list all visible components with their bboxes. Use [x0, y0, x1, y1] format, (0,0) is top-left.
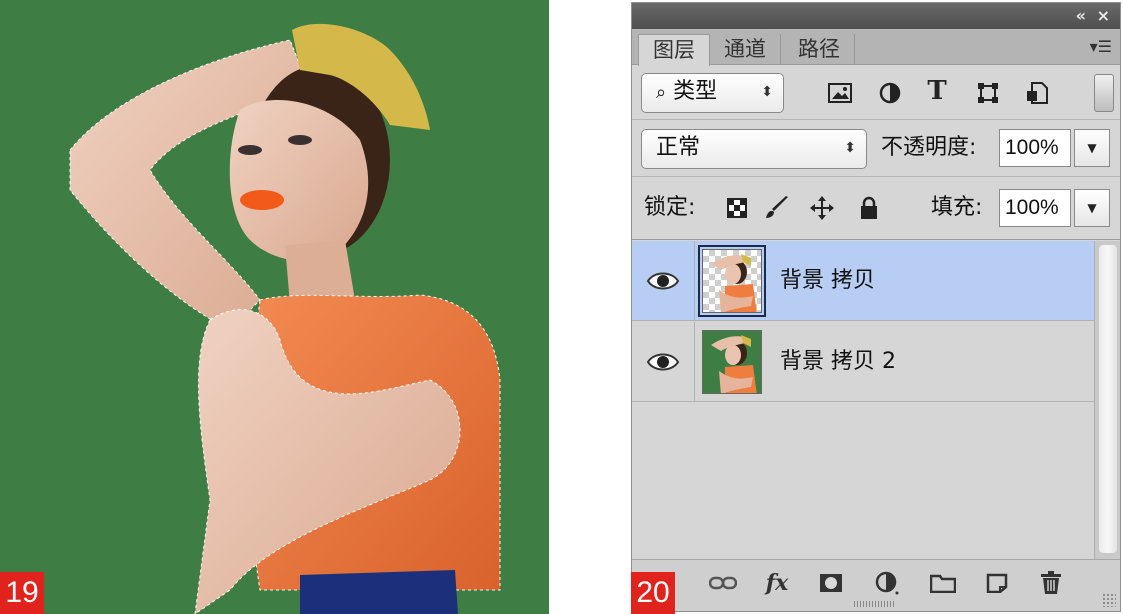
layer-divider: [694, 241, 695, 320]
panel-tabs: 图层 通道 路径 ▾☰: [632, 29, 1120, 66]
layers-panel: « × 图层 通道 路径 ▾☰ ⌕ 类型 ⬍ T 正常 ⬍ 不透明度: 100%…: [631, 2, 1121, 612]
updown-arrow-icon: ⬍: [844, 140, 856, 156]
layer-thumbnail: [702, 249, 762, 313]
panel-menu-icon[interactable]: ▾☰: [1090, 37, 1112, 56]
tab-paths[interactable]: 路径: [784, 34, 855, 65]
figure-number-19: 19: [0, 572, 44, 614]
visibility-eye-icon[interactable]: [646, 347, 680, 377]
lock-row: 锁定: 填充: 100% ▼: [632, 178, 1120, 240]
photo-canvas: 19: [0, 0, 549, 614]
layer-thumbnail: [702, 330, 762, 394]
adjustment-layer-icon[interactable]: [870, 568, 904, 598]
new-group-icon[interactable]: [926, 568, 960, 598]
blend-row: 正常 ⬍ 不透明度: 100% ▼: [632, 121, 1120, 177]
panel-bottom-toolbar: fx: [632, 559, 1120, 611]
smart-object-filter-icon[interactable]: [1022, 78, 1052, 108]
filter-type-dropdown[interactable]: ⌕ 类型 ⬍: [641, 73, 784, 113]
lock-image-pixels-icon[interactable]: [762, 193, 792, 223]
resize-grip[interactable]: [854, 601, 896, 607]
layer-divider: [694, 322, 695, 401]
filter-type-value: 类型: [673, 79, 718, 104]
fill-input[interactable]: 100%: [999, 189, 1071, 227]
blend-mode-dropdown[interactable]: 正常 ⬍: [641, 129, 867, 169]
model-photo: [69, 23, 501, 614]
layer-row[interactable]: 背景 拷贝: [632, 241, 1094, 321]
lock-label: 锁定:: [644, 195, 696, 220]
search-icon: ⌕: [656, 82, 667, 103]
fill-dropdown-button[interactable]: ▼: [1074, 189, 1110, 227]
close-icon[interactable]: ×: [1097, 6, 1110, 26]
filter-toggle-switch[interactable]: [1094, 74, 1114, 112]
figure-number-20: 20: [631, 572, 675, 614]
blend-mode-value: 正常: [656, 135, 701, 160]
updown-arrow-icon: ⬍: [761, 84, 773, 100]
filter-row: ⌕ 类型 ⬍ T: [632, 66, 1120, 120]
opacity-dropdown-button[interactable]: ▼: [1074, 129, 1110, 167]
new-layer-icon[interactable]: [980, 568, 1014, 598]
add-mask-icon[interactable]: [814, 568, 848, 598]
layers-list: 背景 拷贝 背景 拷贝 2: [632, 241, 1094, 559]
fill-label: 填充:: [931, 195, 983, 220]
layers-scrollbar[interactable]: [1094, 241, 1120, 559]
tab-layers[interactable]: 图层: [638, 34, 710, 66]
adjustment-filter-icon[interactable]: [875, 78, 905, 108]
layer-name[interactable]: 背景 拷贝: [780, 241, 875, 321]
shape-filter-icon[interactable]: [973, 78, 1003, 108]
type-filter-icon[interactable]: T: [922, 76, 952, 106]
delete-icon[interactable]: [1034, 568, 1068, 598]
lock-transparent-pixels-icon[interactable]: [722, 193, 752, 223]
panel-title-bar: « ×: [632, 3, 1120, 29]
visibility-eye-icon[interactable]: [646, 266, 680, 296]
corner-resize-grip[interactable]: [1102, 593, 1116, 607]
layer-row[interactable]: 背景 拷贝 2: [632, 322, 1094, 402]
lock-all-icon[interactable]: [854, 193, 884, 223]
layer-name[interactable]: 背景 拷贝 2: [780, 322, 896, 402]
link-layers-icon[interactable]: [706, 568, 740, 598]
scrollbar-thumb[interactable]: [1099, 245, 1117, 553]
fx-icon[interactable]: fx: [760, 568, 794, 598]
tab-channels[interactable]: 通道: [710, 34, 781, 65]
opacity-label: 不透明度:: [881, 135, 977, 160]
collapse-icon[interactable]: «: [1076, 6, 1086, 26]
lock-position-icon[interactable]: [807, 193, 837, 223]
image-filter-icon[interactable]: [825, 78, 855, 108]
opacity-input[interactable]: 100%: [999, 129, 1071, 167]
